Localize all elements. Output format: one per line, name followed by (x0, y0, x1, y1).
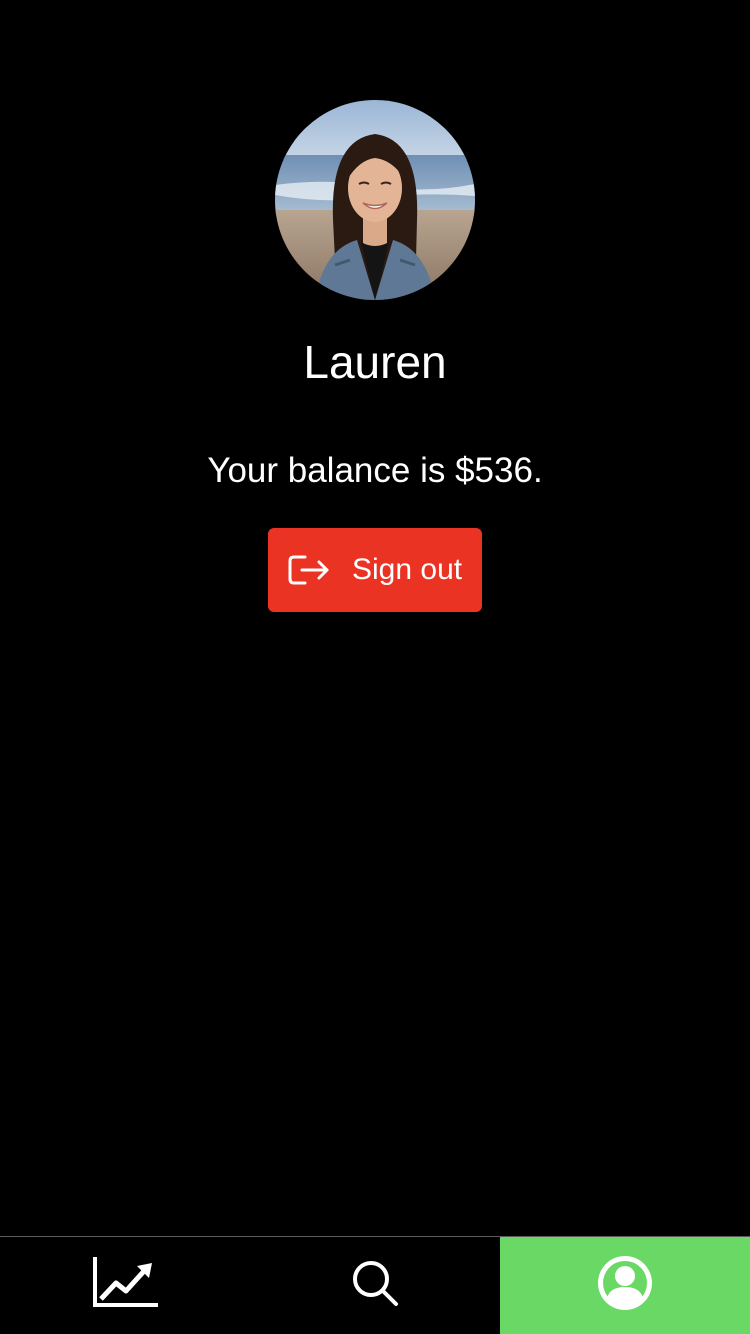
sign-out-icon (286, 550, 332, 590)
user-name: Lauren (303, 336, 447, 388)
sign-out-label: Sign out (352, 553, 463, 586)
sign-out-button[interactable]: Sign out (268, 528, 482, 612)
avatar (275, 100, 475, 300)
search-icon (351, 1259, 399, 1312)
tab-trends[interactable] (0, 1237, 250, 1334)
balance-text: Your balance is $536. (207, 451, 543, 490)
tab-bar (0, 1236, 750, 1334)
avatar-photo (275, 100, 475, 300)
profile-screen: Lauren Your balance is $536. Sign out (0, 0, 750, 1334)
user-account-icon (596, 1254, 654, 1317)
tab-search[interactable] (250, 1237, 500, 1334)
tab-profile[interactable] (500, 1237, 750, 1334)
trending-chart-icon (92, 1257, 158, 1314)
